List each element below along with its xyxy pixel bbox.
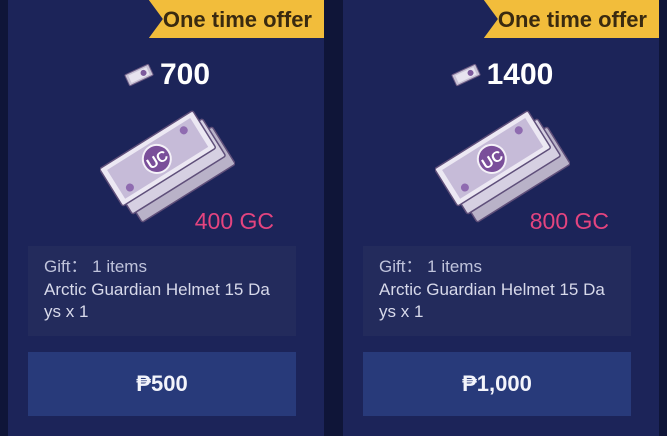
buy-button-500[interactable]: ₱500 (28, 352, 296, 416)
gift-item-line-1: Arctic Guardian Helmet 15 Da (379, 280, 605, 299)
gift-item-line-1: Arctic Guardian Helmet 15 Da (44, 280, 270, 299)
offer-card-1400[interactable]: One time offer 1400 UC 800 GC Gift： 1 it… (343, 0, 659, 436)
buy-button-1000[interactable]: ₱1,000 (363, 352, 631, 416)
uc-voucher-bundle-icon: UC (435, 110, 570, 223)
uc-voucher-icon (451, 63, 481, 87)
gift-item-line-2: ys x 1 (379, 302, 424, 321)
offer-card-700[interactable]: One time offer 700 UC 400 GC Gift： 1 ite… (8, 0, 324, 436)
gift-box: Gift： 1 items Arctic Guardian Helmet 15 … (28, 246, 296, 336)
uc-amount-row: 700 (8, 58, 324, 92)
gift-box: Gift： 1 items Arctic Guardian Helmet 15 … (363, 246, 631, 336)
one-time-offer-badge: One time offer (148, 0, 324, 38)
gc-price: 800 GC (529, 208, 609, 234)
gc-price: 400 GC (194, 208, 274, 234)
uc-amount: 1400 (486, 58, 554, 91)
uc-voucher-icon (124, 63, 154, 87)
uc-amount-row: 1400 (343, 58, 659, 92)
one-time-offer-badge: One time offer (483, 0, 659, 38)
uc-amount: 700 (159, 58, 211, 91)
gift-label: Gift： 1 items (44, 257, 147, 276)
gift-item-line-2: ys x 1 (44, 302, 89, 321)
uc-voucher-bundle-icon: UC (100, 110, 235, 223)
card-gutter (324, 0, 343, 436)
gift-label: Gift： 1 items (379, 257, 482, 276)
